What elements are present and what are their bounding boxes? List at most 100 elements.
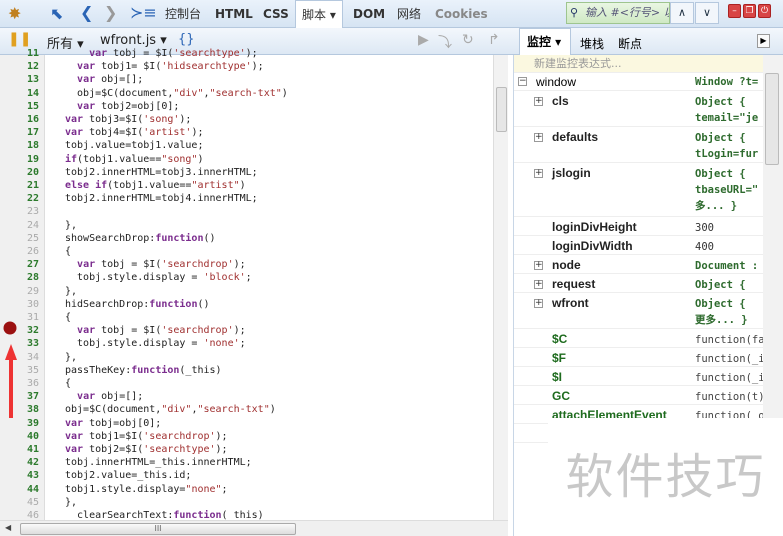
pause-icon[interactable]: ❚❚ — [8, 31, 31, 47]
watch-row[interactable]: + jslogin Object { tbaseURL=" 多... } — [514, 163, 764, 217]
line-number[interactable]: 27 — [0, 258, 39, 271]
line-number[interactable]: 21 — [0, 179, 39, 192]
code-text: var tobj2=obj[0]; — [65, 100, 179, 113]
line-number[interactable]: 12 — [0, 60, 39, 73]
detach-icon[interactable]: ❐ — [743, 4, 756, 18]
watch-row[interactable]: + wfront Object { 更多... } — [514, 293, 764, 329]
line-number[interactable]: 13 — [0, 73, 39, 86]
keyword: var — [77, 325, 96, 337]
collapse-icon[interactable]: − — [518, 77, 527, 86]
code-text: var tobj = $I('searchdrop'); — [65, 258, 246, 271]
code-text: var obj=[]; — [65, 73, 143, 86]
line-number[interactable]: 22 — [0, 192, 39, 205]
line-number[interactable]: 41 — [0, 443, 39, 456]
watch-row[interactable]: loginDivWidth 400 — [514, 236, 764, 255]
string-literal: 'block' — [203, 272, 246, 284]
expand-icon[interactable]: + — [534, 299, 543, 308]
tab-stack[interactable]: 堆栈 — [580, 35, 604, 52]
watch-row[interactable]: + request Object { — [514, 274, 764, 293]
expand-icon[interactable]: + — [534, 97, 543, 106]
code-text: var tobj4=$I('artist'); — [65, 126, 204, 139]
expand-icon[interactable]: + — [534, 133, 543, 142]
code-view[interactable]: 11 var tobj = $I('searchtype'); 12 var to… — [0, 46, 493, 520]
watch-row[interactable]: loginDivHeight 300 — [514, 217, 764, 236]
tab-css[interactable]: CSS — [263, 0, 289, 28]
line-number[interactable]: 28 — [0, 271, 39, 284]
code-token: }, — [65, 219, 78, 231]
new-watch-expression[interactable]: 新建监控表达式... — [514, 55, 783, 73]
forward-icon[interactable]: ❯ — [104, 3, 117, 22]
watch-scrollbar[interactable] — [763, 55, 783, 425]
scroll-left-icon[interactable]: ◀ — [5, 523, 11, 532]
line-number[interactable]: 17 — [0, 126, 39, 139]
line-number[interactable]: 44 — [0, 483, 39, 496]
pretty-print-button[interactable]: {} — [178, 32, 195, 47]
line-number[interactable]: 24 — [0, 219, 39, 232]
tab-console[interactable]: 控制台 — [165, 0, 201, 28]
line-number[interactable]: 16 — [0, 113, 39, 126]
code-text: obj=$C(document,"div","search-txt") — [65, 403, 276, 416]
watch-value: Object { — [695, 279, 746, 291]
expand-icon[interactable]: + — [534, 169, 543, 178]
line-number[interactable]: 20 — [0, 166, 39, 179]
keyword: var — [89, 48, 108, 59]
tab-dom[interactable]: DOM — [353, 0, 385, 28]
line-number[interactable]: 14 — [0, 87, 39, 100]
code-vertical-scrollbar[interactable] — [493, 55, 508, 520]
line-number[interactable]: 29 — [0, 285, 39, 298]
line-number[interactable]: 45 — [0, 496, 39, 509]
code-token: ) — [281, 87, 288, 99]
watch-root-row[interactable]: − window Window ?t= — [514, 73, 764, 91]
scroll-thumb[interactable]: III — [20, 523, 296, 535]
watch-row[interactable]: GC function(t) — [514, 386, 765, 405]
watch-row[interactable]: + cls Object { temail="je — [514, 91, 764, 127]
code-line: 40 var tobj1=$I('searchdrop'); — [0, 430, 493, 443]
tab-net[interactable]: 网络 — [397, 0, 421, 28]
code-token: ; — [245, 272, 252, 284]
line-number[interactable]: 11 — [0, 47, 39, 60]
code-horizontal-scrollbar[interactable]: ◀ III — [0, 520, 508, 536]
expand-icon[interactable]: + — [534, 261, 543, 270]
line-number[interactable]: 25 — [0, 232, 39, 245]
panel-menu-icon[interactable]: ▶ — [757, 34, 770, 48]
tab-breakpoints[interactable]: 断点 — [618, 35, 642, 52]
main-toolbar: ✸ ⬉ ❮ ❯ ≻≡ 控制台 HTML CSS 脚本 ▾ DOM 网络 Cook… — [0, 0, 783, 28]
code-token: clearSearchText: — [65, 510, 174, 520]
line-number[interactable]: 26 — [0, 245, 39, 258]
line-number[interactable]: 19 — [0, 153, 39, 166]
line-number[interactable]: 18 — [0, 139, 39, 152]
code-line: 36{ — [0, 377, 493, 390]
command-line-icon[interactable]: ≻≡ — [130, 3, 157, 22]
search-next-button[interactable]: ∨ — [695, 2, 719, 24]
minimize-icon[interactable]: – — [728, 4, 741, 18]
inspect-icon[interactable]: ⬉ — [50, 4, 63, 23]
search-prev-button[interactable]: ∧ — [670, 2, 694, 24]
watch-row[interactable]: $C function(fa — [514, 329, 765, 348]
tab-watch[interactable]: 监控 ▾ — [519, 28, 571, 55]
watch-row[interactable]: + defaults Object { tLogin=fur — [514, 127, 764, 163]
search-input[interactable]: ⚲ 输入 #<行号> 以 — [566, 2, 670, 24]
close-icon[interactable]: ⏻ — [758, 4, 771, 18]
code-line: 27 var tobj = $I('searchdrop'); — [0, 258, 493, 271]
line-number[interactable]: 15 — [0, 100, 39, 113]
back-icon[interactable]: ❮ — [80, 3, 93, 22]
watch-row[interactable]: $F function(_i — [514, 348, 765, 367]
line-number[interactable]: 40 — [0, 430, 39, 443]
line-number[interactable]: 43 — [0, 469, 39, 482]
watch-row[interactable]: $I function(_i — [514, 367, 765, 386]
tab-script[interactable]: 脚本 ▾ — [295, 0, 343, 28]
expand-icon[interactable]: + — [534, 280, 543, 289]
code-token: tobj3=$I( — [83, 114, 144, 125]
line-number[interactable]: 42 — [0, 456, 39, 469]
watch-row[interactable]: + node Document : — [514, 255, 764, 274]
watch-root-value: Window ?t= — [695, 76, 759, 88]
line-number[interactable]: 46 — [0, 509, 39, 520]
code-token: ); — [215, 444, 228, 455]
tab-cookies[interactable]: Cookies — [435, 0, 488, 28]
line-number[interactable]: 23 — [0, 205, 39, 218]
line-number[interactable]: 30 — [0, 298, 39, 311]
watch-root-name: window — [536, 75, 577, 89]
firebug-icon[interactable]: ✸ — [8, 4, 21, 23]
keyword: var — [77, 61, 96, 73]
tab-html[interactable]: HTML — [215, 0, 253, 28]
